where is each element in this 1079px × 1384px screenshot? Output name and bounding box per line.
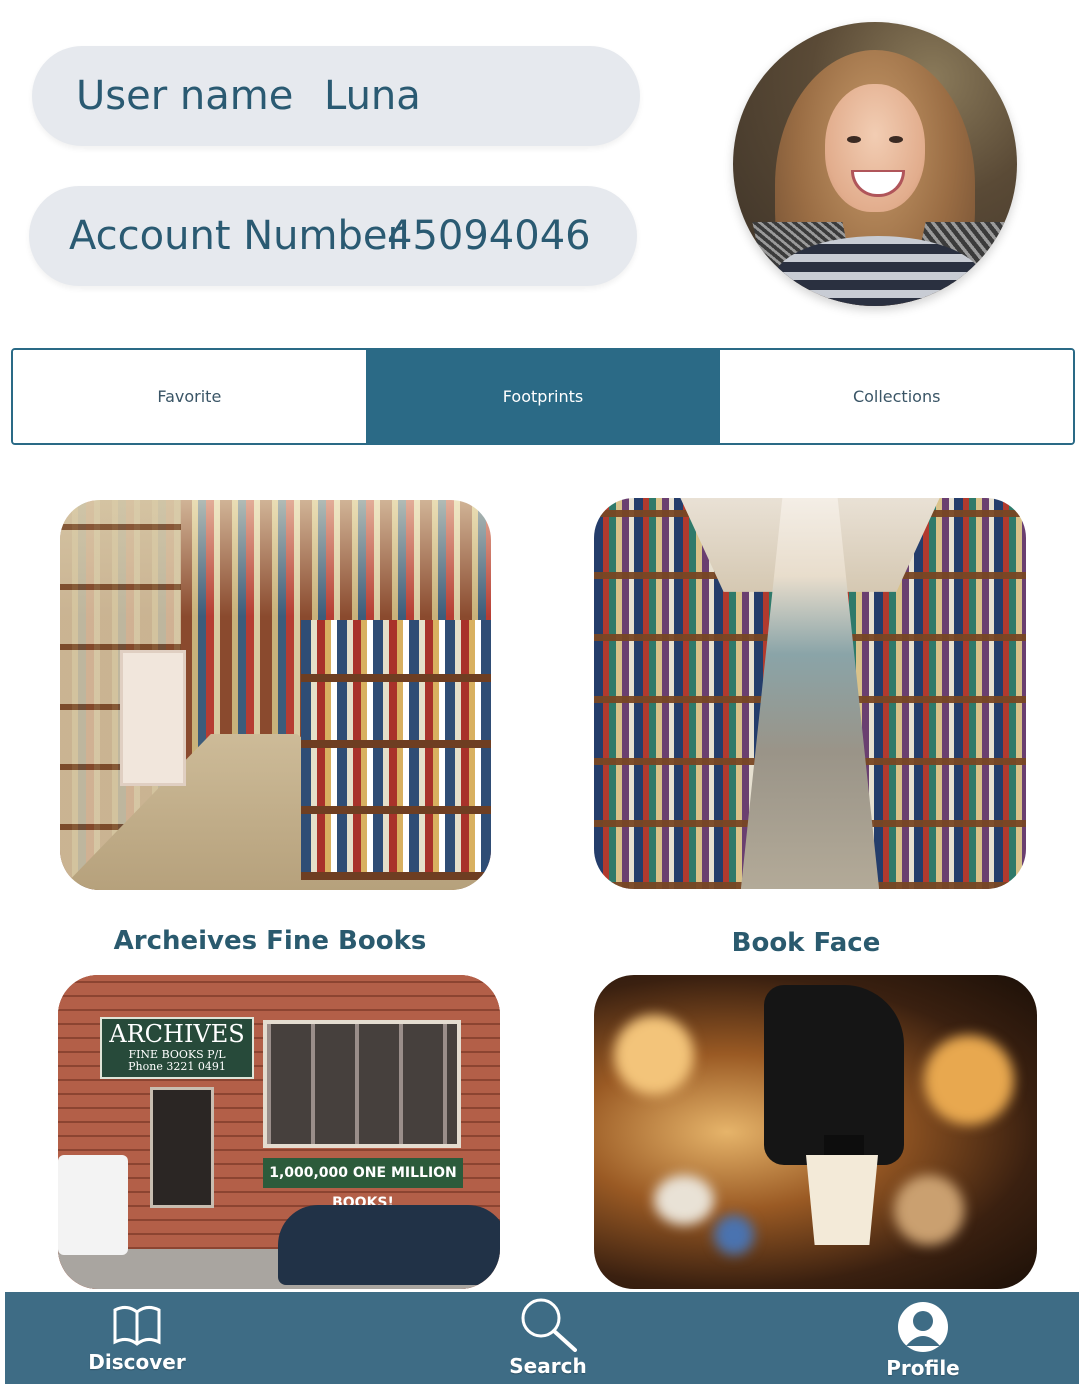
account-number-label: Account Number bbox=[69, 213, 404, 259]
profile-icon bbox=[898, 1302, 948, 1352]
bottom-nav: Discover Search Profile bbox=[5, 1292, 1079, 1384]
nav-profile-label: Profile bbox=[886, 1356, 960, 1380]
storefront-banner: 1,000,000 ONE MILLION BOOKS! bbox=[263, 1158, 463, 1211]
account-number-value: 45094046 bbox=[387, 213, 591, 259]
bookstore-card-book-face[interactable] bbox=[594, 498, 1026, 889]
nav-discover[interactable]: Discover bbox=[87, 1302, 187, 1374]
nav-profile[interactable]: Profile bbox=[873, 1300, 973, 1380]
card-title[interactable]: Archeives Fine Books bbox=[60, 926, 480, 956]
tab-footprints[interactable]: Footprints bbox=[365, 350, 720, 443]
account-number-field: Account Number 45094046 bbox=[29, 186, 637, 286]
tab-favorite[interactable]: Favorite bbox=[13, 350, 366, 443]
book-icon bbox=[113, 1305, 161, 1346]
bookstore-card-archeives[interactable] bbox=[60, 500, 491, 890]
nav-search-label: Search bbox=[509, 1354, 587, 1378]
nav-discover-label: Discover bbox=[88, 1350, 186, 1374]
username-label: User name bbox=[76, 73, 294, 119]
card-title[interactable]: Book Face bbox=[594, 928, 1018, 958]
avatar[interactable] bbox=[733, 22, 1017, 306]
storefront-sign: ARCHIVES FINE BOOKS P/L Phone 3221 0491 bbox=[100, 1017, 254, 1079]
tab-collections[interactable]: Collections bbox=[719, 350, 1073, 443]
nav-search[interactable]: Search bbox=[498, 1296, 598, 1378]
bookstore-card-coffee[interactable] bbox=[594, 975, 1037, 1289]
username-field: User name Luna bbox=[32, 46, 640, 146]
search-icon bbox=[521, 1298, 577, 1352]
tab-bar: Favorite Footprints Collections bbox=[11, 348, 1075, 445]
username-value: Luna bbox=[324, 73, 421, 119]
bookstore-card-storefront[interactable]: ARCHIVES FINE BOOKS P/L Phone 3221 0491 … bbox=[58, 975, 500, 1289]
